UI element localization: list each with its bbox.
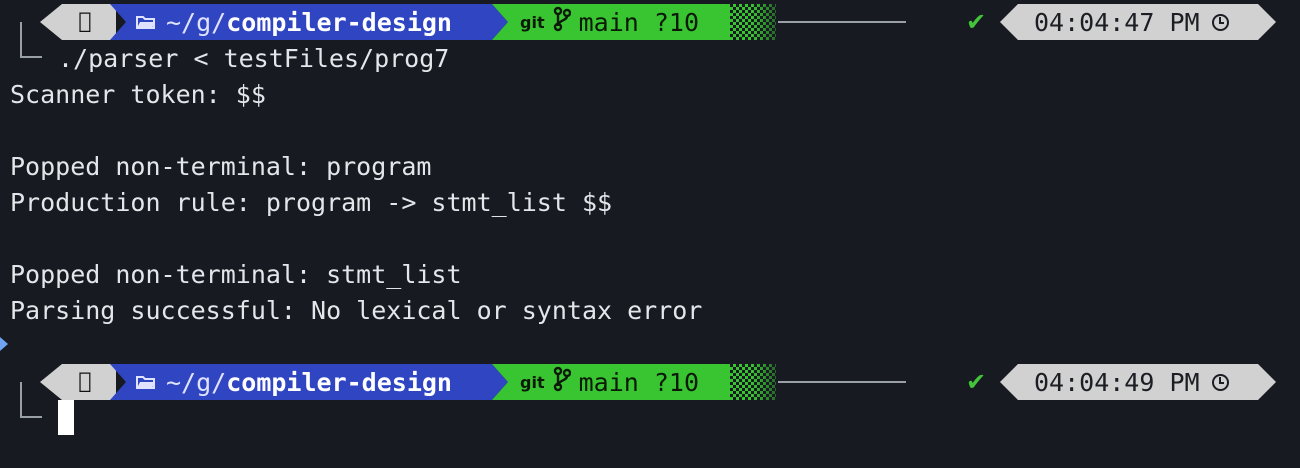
git-segment: git main ?10	[492, 364, 732, 400]
clock-icon	[1211, 13, 1229, 31]
text-cursor[interactable]	[58, 400, 74, 435]
output-line: Scanner token: $$	[10, 80, 266, 109]
git-segment: git main ?10	[492, 4, 732, 40]
apple-icon: 	[78, 371, 91, 393]
dither-fade	[752, 4, 776, 40]
git-label: git	[520, 12, 545, 32]
dir-name: compiler-design	[226, 7, 452, 37]
prompt-connector	[20, 22, 42, 58]
prompt-rule	[778, 381, 906, 383]
output-line: Popped non-terminal: stmt_list	[10, 260, 462, 289]
git-status: ?10	[653, 7, 700, 37]
prompt-time: 04:04:49 PM	[1034, 367, 1200, 397]
directory-segment: ~/g/compiler-design	[110, 4, 508, 40]
folder-icon	[136, 15, 156, 29]
git-branch: main	[578, 7, 639, 37]
dir-prefix: ~/g/	[166, 7, 227, 37]
git-label: git	[520, 372, 545, 392]
output-line: Production rule: program -> stmt_list $$	[10, 188, 613, 217]
os-segment: 	[40, 364, 116, 400]
dir-name: compiler-design	[226, 367, 452, 397]
mark-icon	[0, 337, 8, 351]
time-segment: 04:04:47 PM	[1000, 4, 1276, 40]
command-line[interactable]: ./parser < testFiles/prog7	[58, 41, 449, 77]
folder-icon	[136, 375, 156, 389]
prompt-rule	[778, 21, 906, 23]
prompt-line-2:  ~/g/compiler-design git main ?10 ✔ 04:…	[0, 360, 1300, 418]
os-segment: 	[40, 4, 116, 40]
check-icon: ✔	[966, 368, 987, 396]
dir-prefix: ~/g/	[166, 367, 227, 397]
apple-icon: 	[78, 11, 91, 33]
git-branch-icon	[553, 366, 571, 398]
git-status: ?10	[653, 367, 700, 397]
dither-fade	[752, 364, 776, 400]
output-line: Popped non-terminal: program	[10, 152, 432, 181]
check-icon: ✔	[966, 8, 987, 36]
prompt-time: 04:04:47 PM	[1034, 7, 1200, 37]
clock-icon	[1211, 373, 1229, 391]
directory-segment: ~/g/compiler-design	[110, 364, 508, 400]
output-line: Parsing successful: No lexical or syntax…	[10, 296, 703, 325]
prompt-connector	[20, 382, 42, 418]
git-branch-icon	[553, 6, 571, 38]
prompt-line-1:  ~/g/compiler-design git main ?10 ✔ 04:…	[0, 0, 1300, 58]
git-branch: main	[578, 367, 639, 397]
time-segment: 04:04:49 PM	[1000, 364, 1276, 400]
terminal-window[interactable]:  ~/g/compiler-design git main ?10 ✔ 04:…	[0, 0, 1300, 468]
